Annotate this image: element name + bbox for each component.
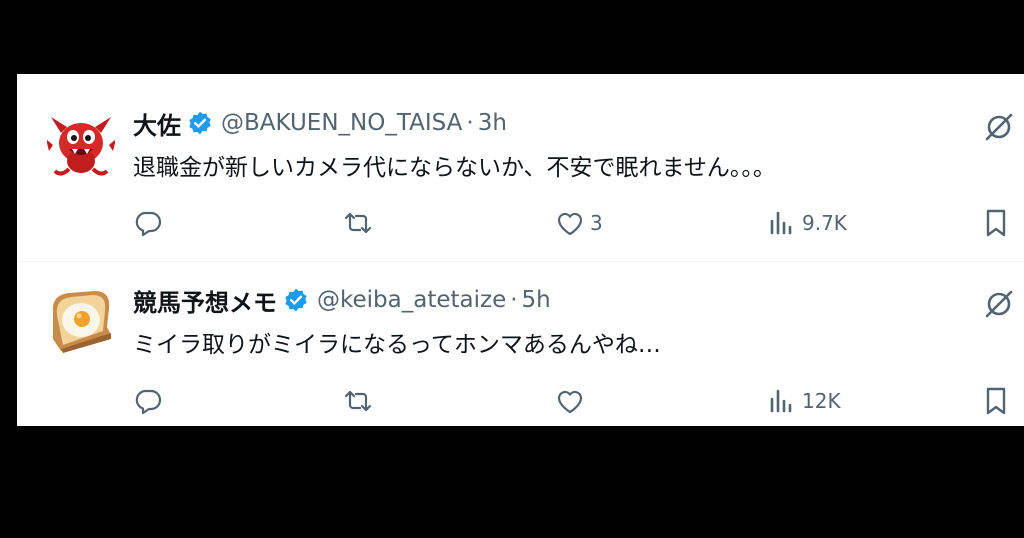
- grok-icon[interactable]: [984, 289, 1014, 319]
- view-count: 9.7K: [802, 211, 847, 235]
- bookmark-button[interactable]: [980, 384, 1012, 418]
- like-count: 3: [590, 211, 603, 235]
- like-button[interactable]: [554, 384, 590, 418]
- bookmark-button[interactable]: [980, 206, 1012, 240]
- like-button[interactable]: 3: [554, 206, 603, 240]
- heart-icon: [557, 390, 583, 414]
- view-count: 12K: [802, 389, 841, 413]
- egg-toast-icon: [52, 291, 111, 353]
- heart-icon: [557, 212, 583, 236]
- analytics-icon: [770, 389, 792, 413]
- reply-icon: [135, 389, 162, 415]
- separator-dot: ·: [466, 110, 474, 136]
- verified-badge-icon: [283, 287, 309, 313]
- user-handle[interactable]: @BAKUEN_NO_TAISA: [221, 110, 462, 136]
- analytics-icon: [770, 211, 792, 235]
- retweet-button[interactable]: [342, 384, 378, 418]
- timestamp[interactable]: 5h: [522, 287, 551, 313]
- verified-badge-icon: [187, 110, 213, 136]
- bookmark-icon: [986, 387, 1006, 415]
- retweet-icon: [344, 212, 372, 234]
- red-devil-icon: [46, 117, 116, 176]
- reply-button[interactable]: [132, 206, 168, 240]
- separator-dot: ·: [510, 287, 518, 313]
- user-handle[interactable]: @keiba_atetaize: [317, 287, 506, 313]
- retweet-icon: [344, 390, 372, 412]
- tweet[interactable]: 競馬予想メモ @keiba_atetaize · 5h ミイラ取りがミイラになる…: [17, 262, 1024, 426]
- reply-button[interactable]: [132, 384, 168, 418]
- grok-icon[interactable]: [984, 112, 1014, 142]
- timeline-panel: 大佐 @BAKUEN_NO_TAISA · 3h 退職金が新しいカメラ代にならな…: [17, 74, 1024, 426]
- tweet[interactable]: 大佐 @BAKUEN_NO_TAISA · 3h 退職金が新しいカメラ代にならな…: [17, 74, 1024, 252]
- views-button[interactable]: 12K: [766, 384, 841, 418]
- display-name[interactable]: 大佐: [133, 106, 181, 141]
- avatar[interactable]: [46, 111, 116, 179]
- tweet-text: ミイラ取りがミイラになるってホンマあるんやね…: [133, 332, 661, 358]
- reply-icon: [135, 211, 162, 237]
- timestamp[interactable]: 3h: [478, 110, 507, 136]
- tweet-actions: 3 9.7K: [132, 206, 1012, 240]
- tweet-actions: 12K: [132, 384, 1012, 418]
- retweet-button[interactable]: [342, 206, 378, 240]
- avatar[interactable]: [47, 287, 115, 355]
- tweet-text: 退職金が新しいカメラ代にならないか、不安で眠れません。。。: [133, 155, 776, 181]
- bookmark-icon: [986, 209, 1006, 237]
- display-name[interactable]: 競馬予想メモ: [133, 283, 277, 318]
- tweet-header: 大佐 @BAKUEN_NO_TAISA · 3h: [133, 106, 507, 140]
- views-button[interactable]: 9.7K: [766, 206, 847, 240]
- tweet-header: 競馬予想メモ @keiba_atetaize · 5h: [133, 283, 551, 317]
